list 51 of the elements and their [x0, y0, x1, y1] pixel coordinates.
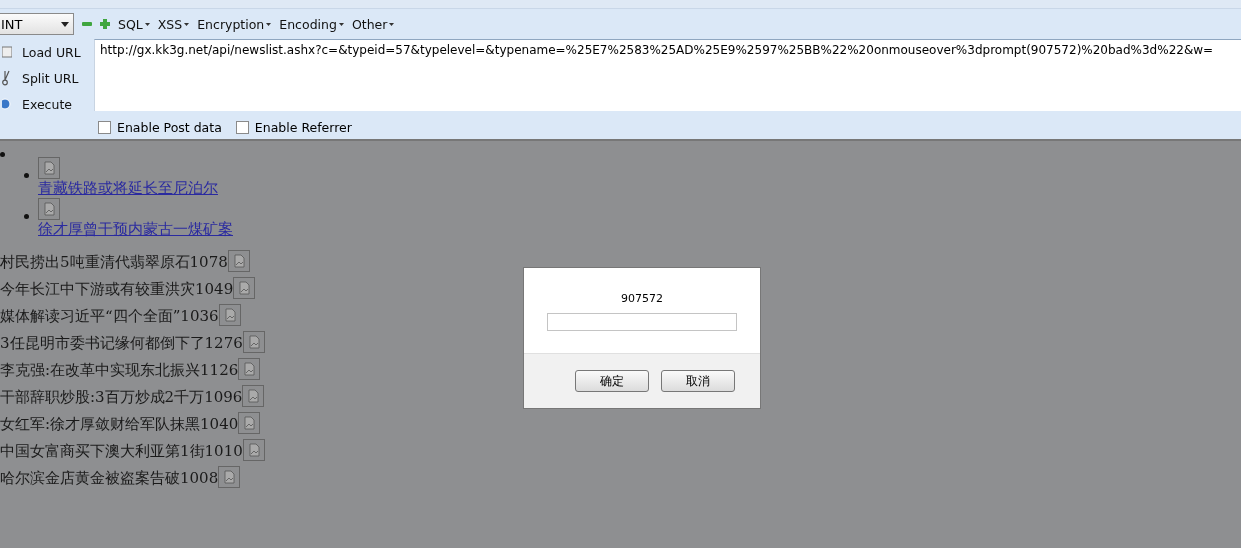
prompt-input[interactable] — [547, 313, 737, 331]
checkbox[interactable] — [235, 120, 249, 134]
bullet-icon — [24, 214, 29, 219]
bullet-icon — [24, 173, 29, 178]
caret-icon — [144, 22, 150, 26]
news-title: 李克强:在改革中实现东北振兴1126 — [0, 361, 239, 380]
action-button[interactable]: Split URL — [0, 67, 88, 89]
page-icon — [2, 45, 12, 59]
menu-item[interactable]: Encoding — [279, 16, 337, 32]
news-title: 媒体解读习近平“四个全面”1036 — [0, 307, 219, 326]
menu-item[interactable]: Other — [351, 16, 388, 32]
scissors-icon — [2, 70, 12, 86]
url-field[interactable]: http://gx.kk3g.net/api/newslist.ashx?c=&typeid=57&typelevel=&typename=%25E7%2583%25AD%25E9%2597%25BB%22%20onmouseover%3dprompt(907572)%20bad%3d%22&w= — [94, 39, 1241, 111]
news-title: 女红军:徐才厚敛财给军队抹黑1040 — [0, 415, 239, 434]
news-title: 3任昆明市委书记缘何都倒下了1276 — [0, 334, 243, 353]
dialog-button[interactable]: 确定 — [575, 370, 649, 392]
checkbox[interactable] — [98, 120, 111, 134]
broken-image-icon — [238, 412, 261, 434]
action-button[interactable]: Execute — [0, 93, 88, 115]
plus-icon[interactable] — [100, 19, 110, 29]
broken-image-icon — [227, 250, 250, 272]
broken-image-icon — [238, 358, 261, 380]
broken-image-icon — [242, 331, 265, 353]
prompt-message: 907572 — [620, 292, 664, 305]
news-title: 今年长江中下游或有较重洪灾1049 — [0, 280, 234, 299]
menu-item[interactable]: XSS — [157, 16, 183, 32]
minus-icon[interactable] — [82, 19, 92, 29]
menu-item[interactable]: Encryption — [197, 16, 265, 32]
select-field[interactable]: INT — [0, 13, 74, 35]
broken-image-icon — [242, 385, 265, 407]
menu-item[interactable]: SQL — [118, 16, 143, 32]
caret-icon — [389, 22, 395, 26]
news-title: 哈尔滨金店黄金被盗案告破1008 — [0, 469, 219, 488]
broken-image-icon — [218, 466, 241, 488]
caret-icon — [61, 21, 69, 27]
broken-image-icon — [242, 439, 265, 461]
checkbox-label: Enable Post data — [117, 119, 222, 135]
news-title: 中国女富商买下澳大利亚第1街1010 — [0, 442, 243, 461]
dialog-button[interactable]: 取消 — [661, 370, 735, 392]
news-title: 村民捞出5吨重清代翡翠原石1078 — [0, 253, 228, 272]
checkbox-label: Enable Referrer — [254, 119, 352, 135]
broken-image-icon — [38, 157, 60, 179]
broken-image-icon — [218, 304, 241, 326]
caret-icon — [338, 22, 344, 26]
news-title: 干部辞职炒股:3百万炒成2千万1096 — [0, 388, 243, 407]
action-button[interactable]: Load URL — [0, 41, 88, 63]
broken-image-icon — [233, 277, 256, 299]
caret-icon — [266, 22, 272, 26]
caret-icon — [184, 22, 190, 26]
bullet-icon — [0, 152, 5, 157]
broken-image-icon — [38, 198, 60, 220]
